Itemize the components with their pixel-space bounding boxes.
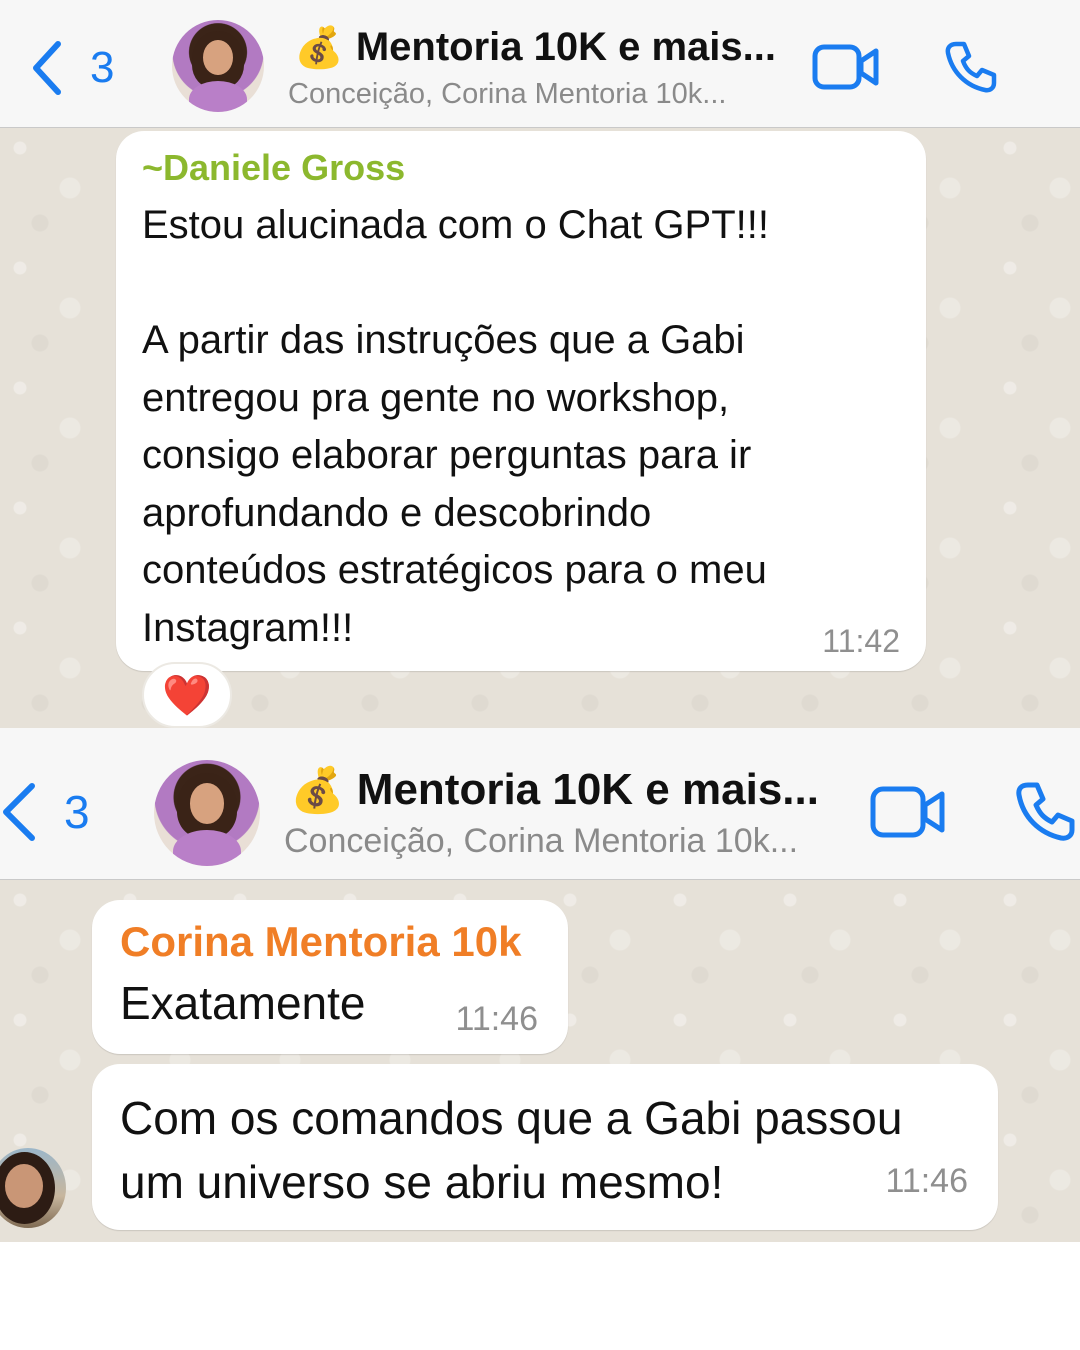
message-line: aprofundando e descobrindo [142, 490, 652, 535]
message-line [142, 255, 769, 313]
back-button[interactable]: 3 [0, 782, 90, 842]
message-time: 11:42 [822, 623, 900, 659]
video-camera-icon[interactable] [812, 44, 880, 90]
message-text: Com os comandos que a Gabi passou um uni… [120, 1086, 902, 1214]
group-avatar[interactable] [172, 20, 264, 112]
chat-header: 3 💰 Mentoria 10K e mais... Conceição, Co… [0, 728, 1080, 880]
chat-screenshot-1: 3 💰 Mentoria 10K e mais... Conceição, Co… [0, 0, 1080, 728]
heart-reaction[interactable]: ❤️ [142, 662, 232, 728]
group-members: Conceição, Corina Mentoria 10k... [284, 822, 799, 860]
message-sender: ~Daniele Gross [142, 147, 406, 188]
chevron-left-icon [3, 783, 35, 841]
group-members: Conceição, Corina Mentoria 10k... [288, 78, 727, 110]
sender-avatar[interactable] [0, 1148, 66, 1228]
phone-icon[interactable] [1014, 780, 1076, 842]
money-bag-icon: 💰 [294, 26, 344, 70]
chat-header: 3 💰 Mentoria 10K e mais... Conceição, Co… [0, 0, 1080, 128]
unread-count: 3 [64, 786, 90, 838]
message-line: A partir das instruções que a Gabi [142, 318, 745, 362]
message-line: Instagram!!! [142, 605, 354, 650]
group-title-row[interactable]: 💰 Mentoria 10K e mais... [290, 764, 819, 816]
group-title: Mentoria 10K e mais... [356, 765, 819, 814]
video-camera-icon[interactable] [870, 786, 946, 838]
money-bag-icon: 💰 [290, 766, 345, 815]
message-line: entregou pra gente no workshop, [142, 375, 730, 420]
message-time: 11:46 [885, 1162, 968, 1200]
message-line: consigo elaborar perguntas para ir [142, 433, 752, 477]
heart-icon: ❤️ [162, 673, 212, 718]
message-line: conteúdos estratégicos para o meu [142, 548, 767, 592]
chat-background: ~Daniele Gross Estou alucinada com o Cha… [0, 128, 1080, 728]
group-title: Mentoria 10K e mais... [355, 25, 776, 69]
unread-count: 3 [90, 43, 115, 92]
back-button[interactable]: 3 [30, 40, 114, 96]
group-title-row[interactable]: 💰 Mentoria 10K e mais... [294, 24, 776, 71]
message-line: Estou alucinada com o Chat GPT!!! [142, 203, 769, 247]
group-avatar[interactable] [154, 760, 260, 866]
message-line: Com os comandos que a Gabi passou [120, 1092, 903, 1144]
chat-background: Corina Mentoria 10k Exatamente 11:46 Com… [0, 880, 1080, 1242]
chevron-left-icon [33, 41, 61, 95]
phone-icon[interactable] [944, 40, 998, 94]
message-bubble[interactable]: ~Daniele Gross Estou alucinada com o Cha… [116, 131, 926, 671]
message-text: Exatamente [120, 977, 366, 1029]
message-time: 11:46 [455, 1000, 538, 1038]
chat-screenshot-2: 3 💰 Mentoria 10K e mais... Conceição, Co… [0, 728, 1080, 1242]
message-line: um universo se abriu mesmo! [120, 1156, 724, 1208]
message-text: Estou alucinada com o Chat GPT!!! A part… [142, 197, 769, 657]
message-bubble[interactable]: Com os comandos que a Gabi passou um uni… [92, 1064, 998, 1230]
message-bubble[interactable]: Corina Mentoria 10k Exatamente 11:46 [92, 900, 568, 1054]
message-sender: Corina Mentoria 10k [120, 918, 522, 965]
